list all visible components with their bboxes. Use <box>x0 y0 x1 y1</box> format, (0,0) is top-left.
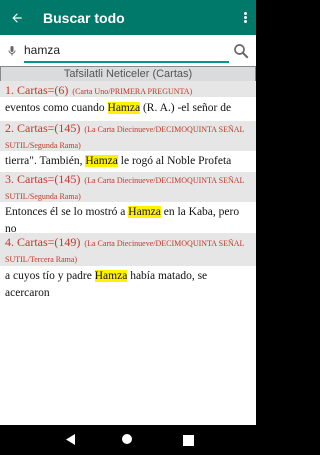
snippet-text: le rogó al Noble Profeta <box>117 155 232 167</box>
search-icon[interactable] <box>232 42 250 60</box>
result-header[interactable]: 4. Cartas=(149) (La Carta Diecinueve/DEC… <box>0 233 256 266</box>
search-match-highlight: Hamza <box>107 102 141 114</box>
snippet-text: Entonces él se lo mostró a <box>5 206 129 218</box>
result-title: 1. Cartas=(6) <box>5 83 69 97</box>
mic-button[interactable] <box>0 35 24 66</box>
system-nav-bar <box>0 425 256 455</box>
result-title: 3. Cartas=(145) <box>5 172 81 186</box>
result-header[interactable]: 2. Cartas=(145) (La Carta Diecinueve/DEC… <box>0 121 256 151</box>
section-header: Tafsilatli Neticeler (Cartas) <box>0 66 256 81</box>
result-snippet[interactable]: a cuyos tío y padre Hamza había matado, … <box>0 268 256 304</box>
arrow-back-icon <box>12 12 22 23</box>
search-input[interactable]: hamza <box>24 39 229 63</box>
overflow-menu-button[interactable] <box>234 0 256 35</box>
results-panel: Tafsilatli Neticeler (Cartas) 1. Cartas=… <box>0 66 256 425</box>
mic-icon <box>8 45 16 55</box>
result-title: 4. Cartas=(149) <box>5 235 81 249</box>
result-title: 2. Cartas=(145) <box>5 121 81 135</box>
search-match-highlight: Hamza <box>128 206 161 218</box>
result-header[interactable]: 3. Cartas=(145) (La Carta Diecinueve/DEC… <box>0 172 256 202</box>
search-bar: hamza <box>0 35 256 66</box>
result-subtitle: (Carta Uno/PRIMERA PREGUNTA) <box>72 87 193 96</box>
result-header[interactable]: 1. Cartas=(6) (Carta Uno/PRIMERA PREGUNT… <box>0 81 256 97</box>
snippet-text: a cuyos tío y padre <box>5 270 95 282</box>
app-bar: Buscar todo <box>0 0 256 35</box>
search-input-value: hamza <box>24 43 61 57</box>
result-snippet[interactable]: tierra". También, Hamza le rogó al Noble… <box>0 151 256 171</box>
search-match-highlight: Hamza <box>94 270 128 282</box>
snippet-text: (R. A.) -el señor de <box>140 102 232 114</box>
search-match-highlight: Hamza <box>85 155 118 167</box>
result-snippet[interactable]: eventos como cuando Hamza (R. A.) -el se… <box>0 97 256 119</box>
back-button[interactable] <box>0 0 34 35</box>
snippet-text: tierra". También, <box>5 155 86 167</box>
more-vert-icon <box>243 11 247 24</box>
nav-home-icon[interactable] <box>122 434 132 444</box>
page-title: Buscar todo <box>43 9 125 26</box>
nav-back-icon[interactable] <box>66 434 76 445</box>
nav-recents-icon[interactable] <box>183 435 194 446</box>
snippet-text: eventos como cuando <box>5 102 108 114</box>
